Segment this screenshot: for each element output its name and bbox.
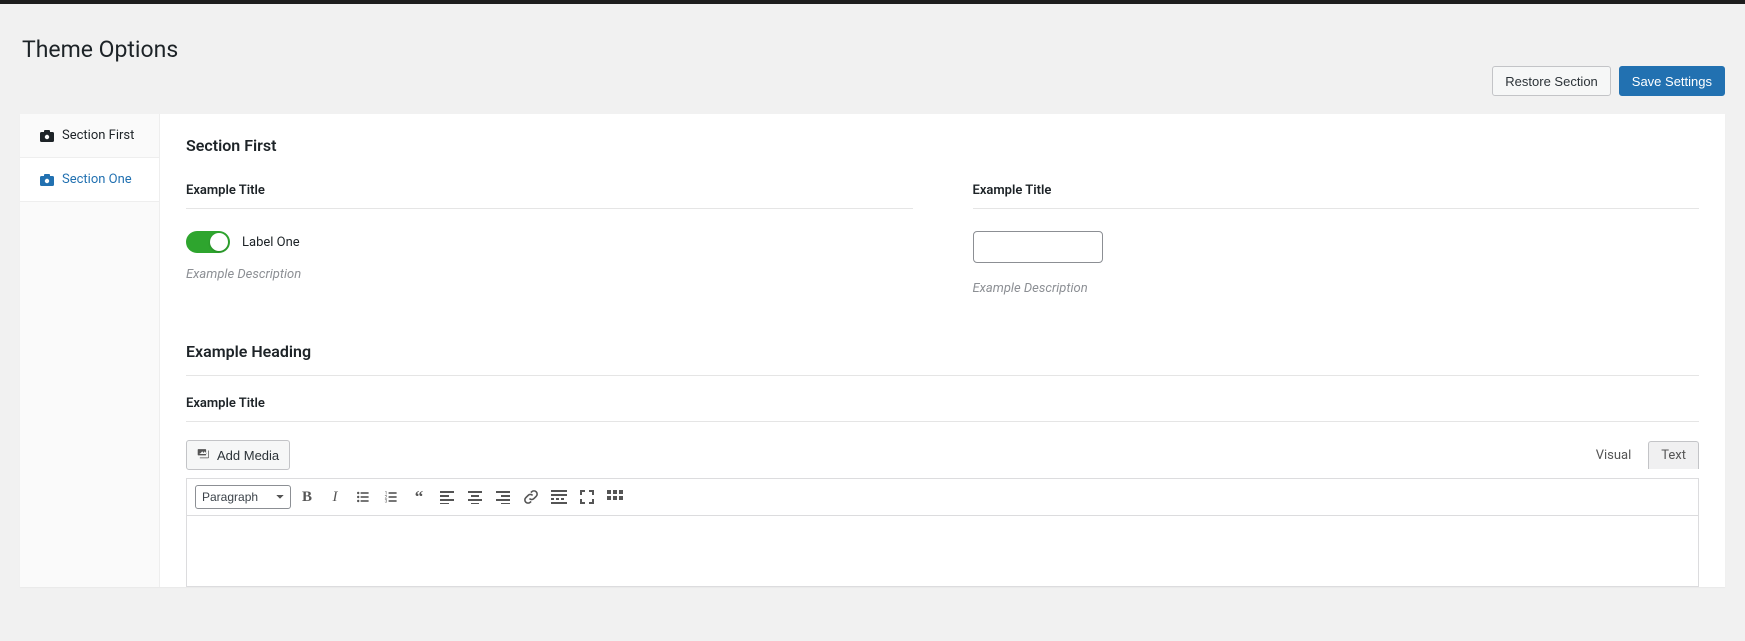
format-select[interactable]: Paragraph xyxy=(195,485,291,509)
field-toggle-title: Example Title xyxy=(186,183,913,209)
add-media-button[interactable]: Add Media xyxy=(186,440,290,470)
bold-icon[interactable]: B xyxy=(295,485,319,509)
field-toggle: Example Title Label One Example Descript… xyxy=(186,183,913,296)
options-panel: Section First Section One Section First … xyxy=(20,114,1725,587)
page-header: Theme Options Restore Section Save Setti… xyxy=(20,4,1725,114)
fullscreen-icon[interactable] xyxy=(575,485,599,509)
editor-title: Example Title xyxy=(186,396,1699,422)
editor-wrap: Paragraph B I 123 “ xyxy=(186,478,1699,587)
sidebar-item-label: Section First xyxy=(62,128,134,143)
camera-icon xyxy=(40,174,54,186)
save-settings-button[interactable]: Save Settings xyxy=(1619,66,1725,96)
toggle-row: Label One xyxy=(186,231,913,253)
text-input[interactable] xyxy=(973,231,1103,263)
heading-block: Example Heading xyxy=(186,342,1699,376)
editor-controls: Paragraph B I 123 “ xyxy=(187,479,1698,516)
toolbar-toggle-icon[interactable] xyxy=(603,485,627,509)
sidebar: Section First Section One xyxy=(20,114,160,587)
align-center-icon[interactable] xyxy=(463,485,487,509)
header-actions: Restore Section Save Settings xyxy=(1492,66,1725,96)
toggle-switch[interactable] xyxy=(186,231,230,253)
restore-section-button[interactable]: Restore Section xyxy=(1492,66,1611,96)
camera-icon xyxy=(40,130,54,142)
align-left-icon[interactable] xyxy=(435,485,459,509)
unordered-list-icon[interactable] xyxy=(351,485,375,509)
link-icon[interactable] xyxy=(519,485,543,509)
tab-visual[interactable]: Visual xyxy=(1583,441,1645,469)
ordered-list-icon[interactable]: 123 xyxy=(379,485,403,509)
align-right-icon[interactable] xyxy=(491,485,515,509)
field-text-description: Example Description xyxy=(973,281,1700,296)
fields-row: Example Title Label One Example Descript… xyxy=(186,183,1699,296)
blockquote-icon[interactable]: “ xyxy=(407,485,431,509)
page-title: Theme Options xyxy=(20,36,178,63)
editor-textarea[interactable] xyxy=(187,516,1698,586)
editor-tabs: Visual Text xyxy=(1583,441,1699,469)
page-container: Theme Options Restore Section Save Setti… xyxy=(0,4,1745,587)
media-icon xyxy=(197,447,211,464)
sidebar-item-label: Section One xyxy=(62,172,132,187)
add-media-label: Add Media xyxy=(217,448,279,463)
field-toggle-description: Example Description xyxy=(186,267,913,282)
content-area: Section First Example Title Label One Ex… xyxy=(160,114,1725,587)
toggle-label: Label One xyxy=(242,235,300,250)
italic-icon[interactable]: I xyxy=(323,485,347,509)
sidebar-item-section-one[interactable]: Section One xyxy=(20,158,159,202)
editor-block: Example Title Add Media Visual Text xyxy=(186,396,1699,587)
sidebar-item-section-first[interactable]: Section First xyxy=(20,114,159,158)
section-title: Section First xyxy=(186,136,1699,155)
editor-toolbar-row: Add Media Visual Text xyxy=(186,440,1699,470)
field-text: Example Title Example Description xyxy=(973,183,1700,296)
svg-text:3: 3 xyxy=(385,499,388,505)
tab-text[interactable]: Text xyxy=(1648,441,1699,469)
field-text-title: Example Title xyxy=(973,183,1700,209)
read-more-icon[interactable] xyxy=(547,485,571,509)
example-heading: Example Heading xyxy=(186,342,1699,376)
